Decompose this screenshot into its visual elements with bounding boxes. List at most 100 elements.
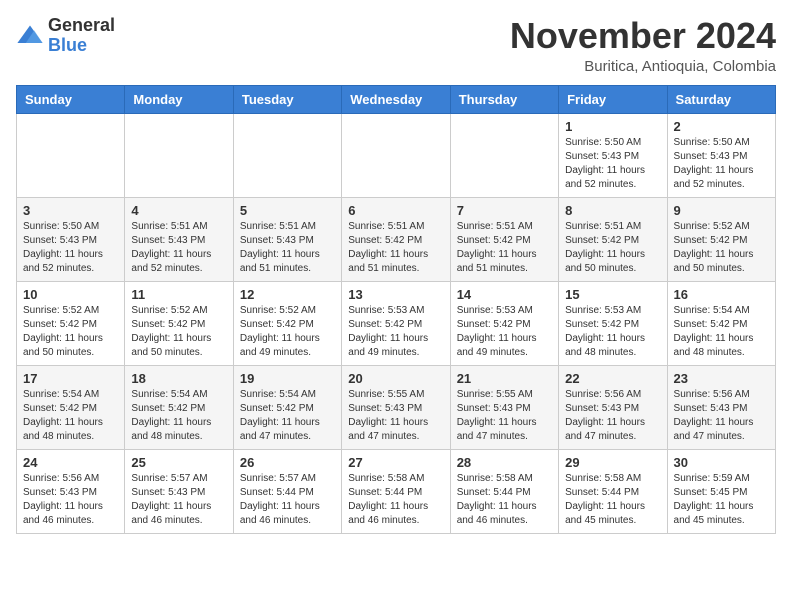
day-cell: 1 Sunrise: 5:50 AM Sunset: 5:43 PM Daylig… — [559, 113, 667, 197]
col-saturday: Saturday — [667, 85, 775, 113]
day-info: Sunrise: 5:56 AM Sunset: 5:43 PM Dayligh… — [674, 388, 769, 444]
day-cell — [450, 113, 558, 197]
day-info: Sunrise: 5:58 AM Sunset: 5:44 PM Dayligh… — [565, 472, 660, 528]
day-cell: 25 Sunrise: 5:57 AM Sunset: 5:43 PM Dayli… — [125, 449, 233, 533]
day-info: Sunrise: 5:54 AM Sunset: 5:42 PM Dayligh… — [131, 388, 226, 444]
day-number: 15 — [565, 287, 660, 302]
day-number: 6 — [348, 203, 443, 218]
day-number: 24 — [23, 455, 118, 470]
week-row-4: 17 Sunrise: 5:54 AM Sunset: 5:42 PM Dayli… — [17, 365, 776, 449]
day-number: 4 — [131, 203, 226, 218]
day-cell: 3 Sunrise: 5:50 AM Sunset: 5:43 PM Daylig… — [17, 197, 125, 281]
day-number: 16 — [674, 287, 769, 302]
day-cell: 14 Sunrise: 5:53 AM Sunset: 5:42 PM Dayli… — [450, 281, 558, 365]
day-cell: 26Sunrise: 5:57 AM Sunset: 5:44 PM Dayli… — [233, 449, 341, 533]
day-info: Sunrise: 5:56 AM Sunset: 5:43 PM Dayligh… — [565, 388, 660, 444]
day-cell — [233, 113, 341, 197]
calendar-body: 1 Sunrise: 5:50 AM Sunset: 5:43 PM Daylig… — [17, 113, 776, 533]
day-cell: 27 Sunrise: 5:58 AM Sunset: 5:44 PM Dayli… — [342, 449, 450, 533]
day-number: 29 — [565, 455, 660, 470]
day-info: Sunrise: 5:52 AM Sunset: 5:42 PM Dayligh… — [131, 304, 226, 360]
day-number: 14 — [457, 287, 552, 302]
day-info: Sunrise: 5:52 AM Sunset: 5:42 PM Dayligh… — [240, 304, 335, 360]
calendar-table: Sunday Monday Tuesday Wednesday Thursday… — [16, 85, 776, 534]
day-info: Sunrise: 5:54 AM Sunset: 5:42 PM Dayligh… — [674, 304, 769, 360]
day-number: 9 — [674, 203, 769, 218]
day-cell: 29 Sunrise: 5:58 AM Sunset: 5:44 PM Dayli… — [559, 449, 667, 533]
day-info: Sunrise: 5:57 AM Sunset: 5:44 PM Dayligh… — [240, 472, 335, 528]
day-info: Sunrise: 5:54 AM Sunset: 5:42 PM Dayligh… — [23, 388, 118, 444]
day-cell: 24 Sunrise: 5:56 AM Sunset: 5:43 PM Dayli… — [17, 449, 125, 533]
day-cell: 8 Sunrise: 5:51 AM Sunset: 5:42 PM Daylig… — [559, 197, 667, 281]
col-friday: Friday — [559, 85, 667, 113]
day-number: 11 — [131, 287, 226, 302]
day-number: 17 — [23, 371, 118, 386]
day-number: 23 — [674, 371, 769, 386]
day-number: 18 — [131, 371, 226, 386]
day-number: 30 — [674, 455, 769, 470]
day-number: 28 — [457, 455, 552, 470]
day-info: Sunrise: 5:55 AM Sunset: 5:43 PM Dayligh… — [348, 388, 443, 444]
day-number: 10 — [23, 287, 118, 302]
day-number: 19 — [240, 371, 335, 386]
day-number: 22 — [565, 371, 660, 386]
day-info: Sunrise: 5:50 AM Sunset: 5:43 PM Dayligh… — [23, 220, 118, 276]
week-row-5: 24 Sunrise: 5:56 AM Sunset: 5:43 PM Dayli… — [17, 449, 776, 533]
header: General Blue November 2024 Buritica, Ant… — [16, 16, 776, 75]
day-info: Sunrise: 5:54 AM Sunset: 5:42 PM Dayligh… — [240, 388, 335, 444]
logo-general: General — [48, 16, 115, 36]
day-info: Sunrise: 5:55 AM Sunset: 5:43 PM Dayligh… — [457, 388, 552, 444]
day-cell: 20 Sunrise: 5:55 AM Sunset: 5:43 PM Dayli… — [342, 365, 450, 449]
day-info: Sunrise: 5:52 AM Sunset: 5:42 PM Dayligh… — [674, 220, 769, 276]
day-number: 1 — [565, 119, 660, 134]
col-tuesday: Tuesday — [233, 85, 341, 113]
day-cell: 4 Sunrise: 5:51 AM Sunset: 5:43 PM Daylig… — [125, 197, 233, 281]
day-number: 20 — [348, 371, 443, 386]
day-cell: 13 Sunrise: 5:53 AM Sunset: 5:42 PM Dayli… — [342, 281, 450, 365]
day-info: Sunrise: 5:58 AM Sunset: 5:44 PM Dayligh… — [457, 472, 552, 528]
day-info: Sunrise: 5:53 AM Sunset: 5:42 PM Dayligh… — [457, 304, 552, 360]
day-cell — [17, 113, 125, 197]
day-info: Sunrise: 5:58 AM Sunset: 5:44 PM Dayligh… — [348, 472, 443, 528]
week-row-2: 3 Sunrise: 5:50 AM Sunset: 5:43 PM Daylig… — [17, 197, 776, 281]
day-info: Sunrise: 5:51 AM Sunset: 5:43 PM Dayligh… — [131, 220, 226, 276]
week-row-1: 1 Sunrise: 5:50 AM Sunset: 5:43 PM Daylig… — [17, 113, 776, 197]
day-info: Sunrise: 5:51 AM Sunset: 5:42 PM Dayligh… — [565, 220, 660, 276]
calendar-header: Sunday Monday Tuesday Wednesday Thursday… — [17, 85, 776, 113]
day-number: 3 — [23, 203, 118, 218]
col-wednesday: Wednesday — [342, 85, 450, 113]
day-info: Sunrise: 5:51 AM Sunset: 5:42 PM Dayligh… — [457, 220, 552, 276]
day-cell: 7 Sunrise: 5:51 AM Sunset: 5:42 PM Daylig… — [450, 197, 558, 281]
day-info: Sunrise: 5:59 AM Sunset: 5:45 PM Dayligh… — [674, 472, 769, 528]
day-number: 8 — [565, 203, 660, 218]
logo-blue: Blue — [48, 36, 115, 56]
day-cell: 19 Sunrise: 5:54 AM Sunset: 5:42 PM Dayli… — [233, 365, 341, 449]
day-info: Sunrise: 5:50 AM Sunset: 5:43 PM Dayligh… — [565, 136, 660, 192]
title-block: November 2024 Buritica, Antioquia, Colom… — [510, 16, 776, 75]
day-number: 12 — [240, 287, 335, 302]
day-number: 5 — [240, 203, 335, 218]
day-info: Sunrise: 5:57 AM Sunset: 5:43 PM Dayligh… — [131, 472, 226, 528]
day-cell: 5Sunrise: 5:51 AM Sunset: 5:43 PM Daylig… — [233, 197, 341, 281]
day-number: 25 — [131, 455, 226, 470]
day-number: 27 — [348, 455, 443, 470]
col-monday: Monday — [125, 85, 233, 113]
day-cell: 12 Sunrise: 5:52 AM Sunset: 5:42 PM Dayli… — [233, 281, 341, 365]
day-number: 7 — [457, 203, 552, 218]
logo: General Blue — [16, 16, 115, 56]
day-cell: 23 Sunrise: 5:56 AM Sunset: 5:43 PM Dayli… — [667, 365, 775, 449]
location-subtitle: Buritica, Antioquia, Colombia — [510, 58, 776, 75]
day-cell: 9 Sunrise: 5:52 AM Sunset: 5:42 PM Daylig… — [667, 197, 775, 281]
day-cell: 16 Sunrise: 5:54 AM Sunset: 5:42 PM Dayli… — [667, 281, 775, 365]
day-number: 2 — [674, 119, 769, 134]
day-info: Sunrise: 5:53 AM Sunset: 5:42 PM Dayligh… — [348, 304, 443, 360]
page: General Blue November 2024 Buritica, Ant… — [0, 0, 792, 550]
day-cell: 28 Sunrise: 5:58 AM Sunset: 5:44 PM Dayli… — [450, 449, 558, 533]
col-sunday: Sunday — [17, 85, 125, 113]
day-cell: 22 Sunrise: 5:56 AM Sunset: 5:43 PM Dayli… — [559, 365, 667, 449]
day-info: Sunrise: 5:52 AM Sunset: 5:42 PM Dayligh… — [23, 304, 118, 360]
day-info: Sunrise: 5:56 AM Sunset: 5:43 PM Dayligh… — [23, 472, 118, 528]
day-number: 13 — [348, 287, 443, 302]
header-row: Sunday Monday Tuesday Wednesday Thursday… — [17, 85, 776, 113]
day-cell: 18 Sunrise: 5:54 AM Sunset: 5:42 PM Dayli… — [125, 365, 233, 449]
